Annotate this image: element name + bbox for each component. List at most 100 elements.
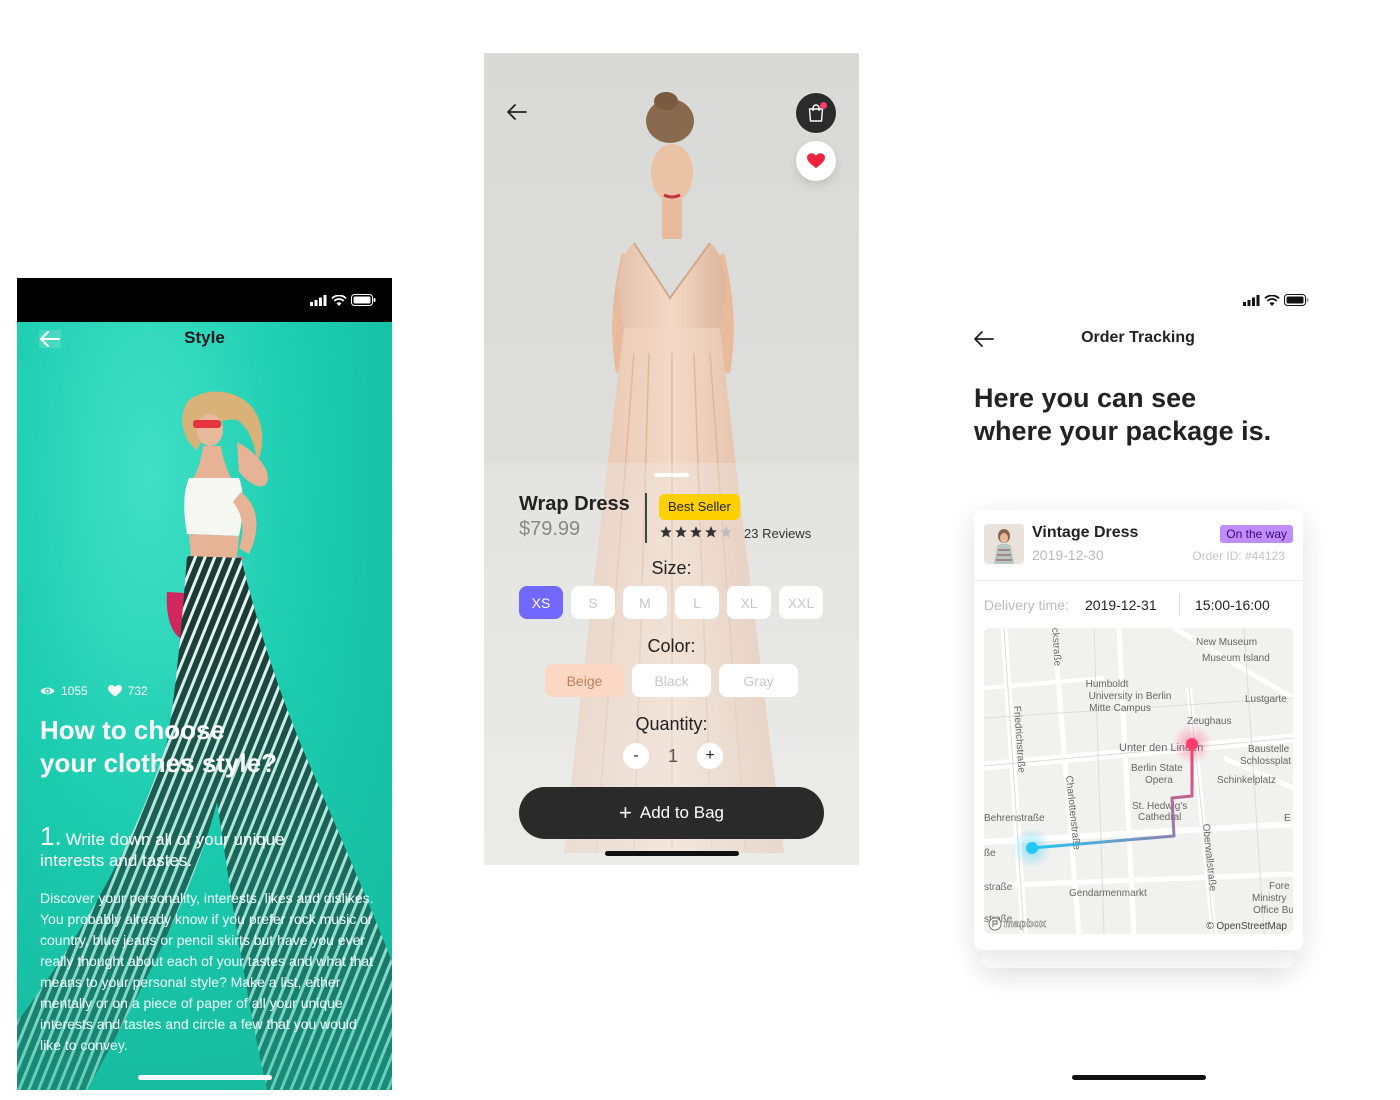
quantity-value: 1 [667, 745, 678, 766]
map-label-hedwig-2: Cathedral [1138, 812, 1181, 823]
favorite-button[interactable] [796, 141, 836, 181]
map-label-humboldt-3: Mitte Campus [1089, 703, 1151, 714]
color-label: Color: [647, 636, 696, 656]
headline-line-1: Here you can see [974, 383, 1197, 413]
star-icon [660, 526, 672, 538]
quantity-plus-button[interactable]: + [697, 743, 723, 769]
heart-icon [807, 153, 825, 169]
eye-icon [40, 687, 55, 695]
size-option-xl[interactable]: XL [727, 586, 771, 619]
map-label-hedwig-1: St. Hedwig's [1132, 801, 1187, 812]
signal-icon [310, 294, 327, 306]
add-to-bag-button[interactable]: + Add to Bag [519, 787, 824, 839]
wifi-icon [331, 294, 347, 306]
color-option-gray[interactable]: Gray [719, 664, 798, 697]
status-badge: On the way [1220, 525, 1293, 543]
delivery-time-label: Delivery time: [984, 597, 1069, 613]
tracking-map[interactable]: New Museum Museum Island Humboldt Univer… [984, 628, 1293, 934]
cart-button[interactable] [796, 93, 836, 133]
add-to-bag-label: Add to Bag [639, 803, 724, 822]
status-bar [17, 278, 392, 322]
step-text-line-2: interests and tastes. [40, 851, 193, 870]
item-name: Vintage Dress [1032, 524, 1139, 541]
color-selector: Beige Black Gray [545, 664, 798, 697]
article-stats: 1055 732 [40, 684, 162, 698]
article-headline: How to choose your clothes style? [40, 714, 370, 780]
headline-line-2: where your package is. [974, 416, 1272, 446]
mapbox-wordmark: mapbox [1004, 918, 1047, 931]
best-seller-badge: Best Seller [659, 494, 740, 520]
battery-icon [351, 294, 376, 306]
map-label-state-2: Opera [1145, 775, 1173, 786]
quantity-stepper: - 1 + [623, 743, 723, 769]
map-label-baustelle-1: Baustelle [1248, 744, 1290, 755]
delivery-separator [1179, 594, 1180, 616]
quantity-label: Quantity: [635, 714, 708, 734]
views-count: 1055 [61, 684, 88, 698]
likes-count: 732 [127, 684, 148, 698]
star-icon [675, 526, 687, 538]
heart-icon[interactable] [107, 685, 122, 697]
delivery-date: 2019-12-31 [1085, 597, 1157, 613]
page-title: Style [184, 328, 225, 347]
product-thumbnail [984, 524, 1024, 564]
tracking-headline: Here you can see where your package is. [974, 382, 1304, 448]
order-card[interactable]: Vintage Dress 2019-12-30 On the way Orde… [974, 510, 1303, 950]
map-label-museum-island: Museum Island [1202, 653, 1270, 664]
destination-pin-icon[interactable] [1186, 738, 1198, 750]
step-number: 1. [40, 821, 62, 851]
order-id: Order ID: #44123 [1192, 549, 1285, 563]
product-price: $79.99 [519, 518, 581, 540]
size-label: Size: [651, 558, 692, 578]
reviews-count[interactable]: 23 Reviews [744, 526, 811, 541]
map-attribution[interactable]: © OpenStreetMap [1206, 921, 1287, 932]
info-divider [645, 493, 647, 543]
size-option-m[interactable]: M [623, 586, 667, 619]
quantity-minus-button[interactable]: - [623, 743, 649, 769]
wifi-icon [1264, 294, 1280, 306]
star-icon [690, 526, 702, 538]
step-heading: 1. Write down all of your unique interest… [40, 823, 370, 871]
map-label-e: E [1284, 813, 1291, 824]
size-option-s[interactable]: S [571, 586, 615, 619]
map-label-new-museum: New Museum [1196, 637, 1257, 648]
order-tracking-screen: Order Tracking Here you can see where yo… [955, 278, 1330, 1090]
sheet-grabber[interactable] [654, 473, 689, 477]
delivery-time-window: 15:00-16:00 [1195, 597, 1270, 613]
home-indicator[interactable] [1072, 1075, 1206, 1080]
map-label-fore-1: Fore [1269, 881, 1290, 892]
style-screen: Style 1055 732 How to choose your clothe… [17, 278, 392, 1090]
signal-icon [1243, 294, 1260, 306]
plus-icon: + [619, 800, 632, 825]
step-text-line-1: Write down all of your unique [65, 830, 285, 849]
mapbox-logo[interactable]: mapbox [988, 917, 1046, 931]
item-date: 2019-12-30 [1032, 547, 1104, 563]
map-label-lustgarten: Lustgarte [1245, 694, 1287, 705]
article-body: Discover your personality, interests, li… [40, 890, 374, 1053]
home-indicator[interactable] [138, 1075, 272, 1080]
origin-pin-icon[interactable] [1026, 842, 1038, 854]
size-option-xxl[interactable]: XXL [779, 586, 823, 619]
map-label-fore-2: Ministry [1252, 893, 1286, 904]
battery-icon [1284, 294, 1309, 306]
product-name: Wrap Dress [519, 493, 630, 515]
map-label-humboldt-2: University in Berlin [1089, 691, 1172, 702]
size-option-xs[interactable]: XS [519, 586, 563, 619]
cart-badge [820, 102, 827, 109]
headline-line-2: your clothes style? [40, 748, 277, 778]
rating-stars [659, 525, 733, 539]
map-label-humboldt-1: Humboldt [1086, 679, 1129, 690]
back-arrow-icon[interactable] [506, 103, 528, 121]
map-label-strasse-1: ße [984, 848, 996, 859]
star-icon [720, 526, 732, 538]
map-label-behrenstrasse: Behrenstraße [984, 813, 1045, 824]
color-option-beige[interactable]: Beige [545, 664, 624, 697]
size-option-l[interactable]: L [675, 586, 719, 619]
map-label-strasse-2: straße [984, 882, 1013, 893]
home-indicator[interactable] [605, 851, 739, 856]
map-label-fore-3: Office Bu [1253, 905, 1293, 916]
mapbox-icon [988, 917, 1002, 931]
map-label-state-1: Berlin State [1131, 763, 1183, 774]
color-option-black[interactable]: Black [632, 664, 711, 697]
size-selector: XS S M L XL XXL [519, 586, 823, 619]
